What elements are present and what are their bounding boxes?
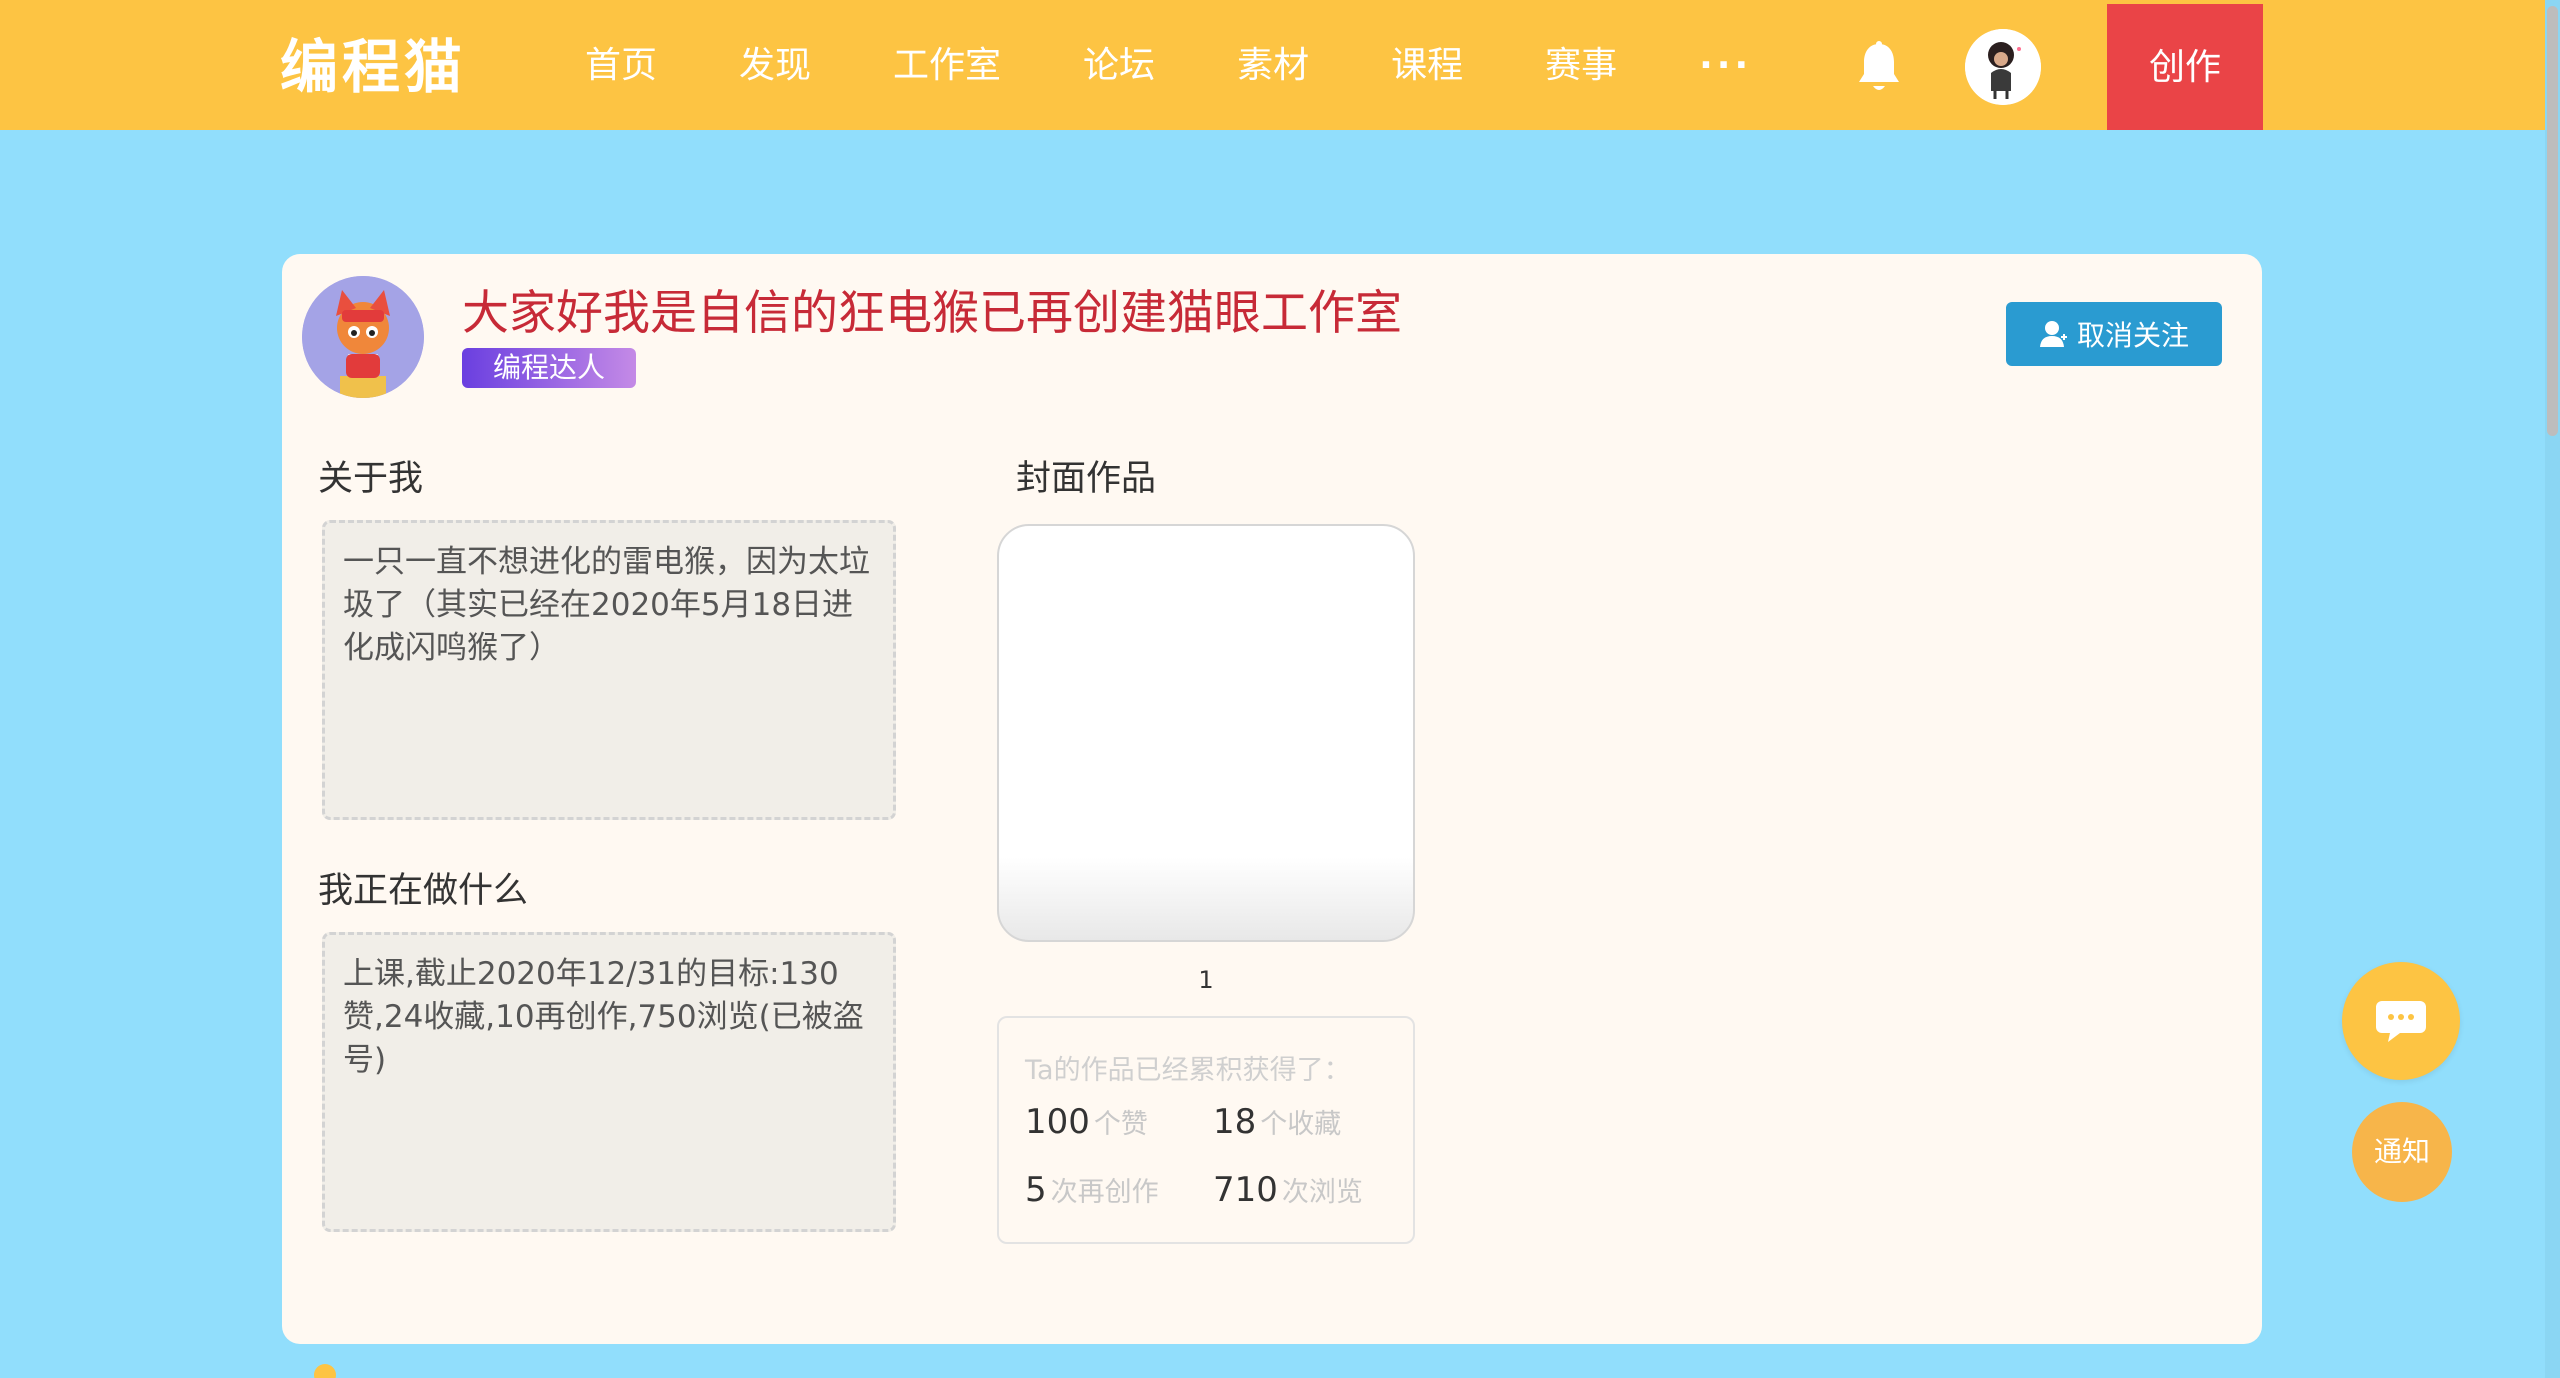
page-scrollbar[interactable] xyxy=(2545,0,2560,1378)
notice-button[interactable]: 通知 xyxy=(2352,1102,2452,1202)
stats-heading: Ta的作品已经累积获得了： xyxy=(1025,1055,1351,1086)
nav-item-discover[interactable]: 发现 xyxy=(739,0,811,130)
about-text: 一只一直不想进化的雷电猴，因为太垃圾了（其实已经在2020年5月18日进化成闪鸣… xyxy=(322,520,896,820)
create-button[interactable]: 创作 xyxy=(2107,4,2263,130)
scrollbar-thumb[interactable] xyxy=(2547,6,2558,436)
main-nav: 首页 发现 工作室 论坛 素材 课程 赛事 ··· xyxy=(585,0,1834,130)
user-avatar-nav[interactable] xyxy=(1965,29,2041,105)
chat-bubble-icon xyxy=(2376,1001,2426,1042)
stat-likes-number: 100 xyxy=(1025,1102,1090,1142)
profile-avatar xyxy=(302,276,424,398)
bottom-decoration-dot xyxy=(314,1364,336,1378)
nav-item-courses[interactable]: 课程 xyxy=(1391,0,1463,130)
cover-work-thumbnail[interactable] xyxy=(997,524,1415,942)
stat-views: 710 次浏览 xyxy=(1213,1170,1363,1210)
stats-panel: Ta的作品已经累积获得了： 100 个赞 18 个收藏 5 次再创作 710 次浏览 xyxy=(997,1016,1415,1244)
stat-likes-unit: 个赞 xyxy=(1093,1109,1148,1140)
bell-icon[interactable] xyxy=(1855,40,1903,96)
stat-remixes: 5 次再创作 xyxy=(1025,1170,1159,1210)
nav-item-materials[interactable]: 素材 xyxy=(1237,0,1309,130)
stat-remixes-unit: 次再创作 xyxy=(1050,1177,1159,1208)
chat-button[interactable] xyxy=(2342,962,2460,1080)
profile-card: 大家好我是自信的狂电猴已再创建猫眼工作室 编程达人 取消关注 关于我 一只一直不… xyxy=(282,254,2262,1344)
nav-item-home[interactable]: 首页 xyxy=(585,0,657,130)
about-heading: 关于我 xyxy=(318,459,424,499)
nav-item-forum[interactable]: 论坛 xyxy=(1083,0,1155,130)
stat-views-unit: 次浏览 xyxy=(1281,1177,1363,1208)
nav-more-button[interactable]: ··· xyxy=(1699,0,1752,130)
cover-heading: 封面作品 xyxy=(1016,459,1157,499)
unfollow-label: 取消关注 xyxy=(2076,319,2189,352)
profile-title: 大家好我是自信的狂电猴已再创建猫眼工作室 xyxy=(462,286,1402,341)
unfollow-button[interactable]: 取消关注 xyxy=(2006,302,2222,366)
user-icon xyxy=(2039,321,2067,347)
stat-favorites: 18 个收藏 xyxy=(1213,1102,1341,1142)
level-badge: 编程达人 xyxy=(462,348,636,388)
doing-heading: 我正在做什么 xyxy=(318,871,529,911)
stat-likes: 100 个赞 xyxy=(1025,1102,1148,1142)
site-logo[interactable]: 编程猫 xyxy=(280,32,466,102)
stat-favorites-number: 18 xyxy=(1213,1102,1257,1142)
cover-page-index: 1 xyxy=(1198,966,1214,994)
stat-remixes-number: 5 xyxy=(1025,1170,1047,1210)
top-navigation-bar: 编程猫 首页 发现 工作室 论坛 素材 课程 赛事 ··· 创作 xyxy=(0,0,2545,130)
doing-text: 上课,截止2020年12/31的目标:130赞,24收藏,10再创作,750浏览… xyxy=(322,932,896,1232)
stat-favorites-unit: 个收藏 xyxy=(1260,1109,1342,1140)
stat-views-number: 710 xyxy=(1213,1170,1278,1210)
nav-item-studio[interactable]: 工作室 xyxy=(893,0,1001,130)
nav-item-contests[interactable]: 赛事 xyxy=(1545,0,1617,130)
